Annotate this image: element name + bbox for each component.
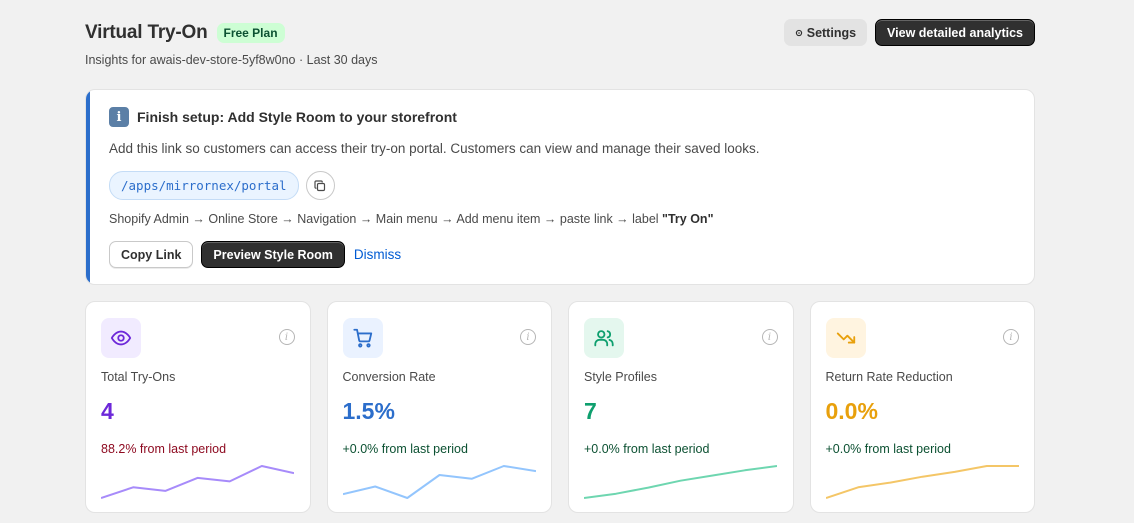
stat-change: 88.2% from last period <box>101 442 227 456</box>
setup-title-row: i Finish setup: Add Style Room to your s… <box>109 107 457 127</box>
sparkline-chart <box>825 465 1019 499</box>
plan-badge: Free Plan <box>216 23 285 43</box>
setup-actions: Copy Link Preview Style Room Dismiss <box>109 241 401 268</box>
users-icon <box>584 318 624 358</box>
trending-down-icon <box>825 318 866 358</box>
sparkline-chart <box>342 465 536 499</box>
setup-instructions: Shopify Admin → Online Store → Navigatio… <box>109 212 714 226</box>
banner-accent <box>86 90 90 284</box>
info-circle-icon[interactable]: i <box>1003 329 1019 345</box>
stat-label: Conversion Rate <box>342 370 436 384</box>
sparkline <box>101 465 294 499</box>
stat-value: 0.0% <box>825 398 878 424</box>
stat-label: Return Rate Reduction <box>825 370 953 384</box>
eye-icon <box>101 318 141 358</box>
view-analytics-button[interactable]: View detailed analytics <box>875 19 1035 46</box>
info-circle-icon[interactable]: i <box>761 329 778 345</box>
stat-card-conversion-rate: i Conversion Rate 1.5% +0.0% from last p… <box>326 301 552 513</box>
settings-button[interactable]: Settings <box>783 19 868 46</box>
stat-value: 1.5% <box>342 398 395 424</box>
copy-icon[interactable] <box>305 171 335 200</box>
preview-style-room-button[interactable]: Preview Style Room <box>201 241 345 268</box>
settings-label: Settings <box>806 25 857 40</box>
copy-link-button[interactable]: Copy Link <box>109 241 194 268</box>
sparkline-chart <box>101 465 294 499</box>
setup-title: Finish setup: Add Style Room to your sto… <box>137 109 457 125</box>
sparkline <box>342 465 536 499</box>
stat-card-total-try-ons: i Total Try-Ons 4 88.2% from last period <box>85 301 311 513</box>
stat-change: +0.0% from last period <box>584 442 710 456</box>
instructions-text: Shopify Admin → Online Store → Navigatio… <box>109 212 663 226</box>
stats-row: i Total Try-Ons 4 88.2% from last period… <box>85 301 1035 513</box>
stat-card-style-profiles: i Style Profiles 7 +0.0% from last perio… <box>568 301 794 513</box>
page-header: Virtual Try-On Free Plan Insights for aw… <box>85 19 1035 67</box>
info-circle-icon[interactable]: i <box>278 329 295 345</box>
sparkline-chart <box>584 465 777 499</box>
sparkline <box>825 465 1019 499</box>
stat-card-return-rate-reduction: i Return Rate Reduction 0.0% +0.0% from … <box>809 301 1035 513</box>
stat-label: Total Try-Ons <box>101 370 176 384</box>
portal-link-row: /apps/mirrornex/portal <box>109 171 335 200</box>
instructions-label: "Try On" <box>662 212 714 226</box>
info-icon: i <box>109 107 129 127</box>
stat-label: Style Profiles <box>584 370 657 384</box>
stat-value: 7 <box>584 398 597 424</box>
stat-change: +0.0% from last period <box>825 442 951 456</box>
setup-banner: i Finish setup: Add Style Room to your s… <box>85 89 1035 285</box>
cart-icon <box>342 318 383 358</box>
portal-link[interactable]: /apps/mirrornex/portal <box>109 171 299 200</box>
stat-change: +0.0% from last period <box>342 442 468 456</box>
sparkline <box>584 465 777 499</box>
setup-description: Add this link so customers can access th… <box>109 141 760 156</box>
header-actions: Settings View detailed analytics <box>783 19 1035 46</box>
dismiss-button[interactable]: Dismiss <box>354 247 401 262</box>
info-circle-icon[interactable]: i <box>520 329 536 345</box>
page-title: Virtual Try-On <box>85 22 208 43</box>
stat-value: 4 <box>101 398 114 424</box>
page-subtitle: Insights for awais-dev-store-5yf8w0no · … <box>85 53 378 67</box>
gear-icon <box>795 29 802 36</box>
